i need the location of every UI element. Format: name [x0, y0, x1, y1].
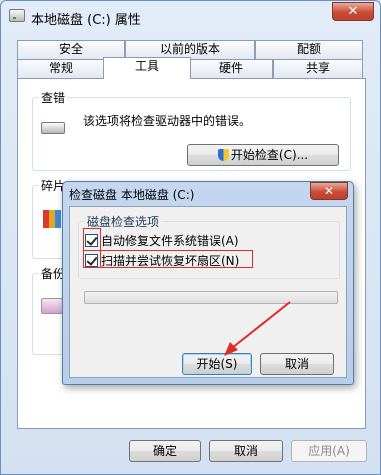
tab-tools[interactable]: 工具 — [103, 57, 191, 79]
option-auto-fix[interactable]: 自动修复文件系统错误(A) — [85, 232, 239, 249]
check-now-label: 开始检查(C)... — [230, 148, 309, 162]
error-check-group: 查错 该选项将检查驱动器中的错误。 开始检查(C)... — [32, 89, 351, 171]
error-check-label: 查错 — [39, 89, 68, 106]
backup-icon — [41, 298, 63, 314]
defrag-icon — [43, 210, 61, 228]
check-now-button[interactable]: 开始检查(C)... — [187, 144, 339, 166]
disk-check-options-group: 磁盘检查选项 自动修复文件系统错误(A) 扫描并尝试恢复坏扇区(N) — [78, 213, 340, 279]
tab-sharing[interactable]: 共享 — [273, 59, 363, 78]
tab-quota[interactable]: 配额 — [255, 40, 363, 59]
error-check-description: 该选项将检查驱动器中的错误。 — [83, 114, 252, 128]
auto-fix-label: 自动修复文件系统错误(A) — [101, 234, 239, 248]
cancel-button[interactable]: 取消 — [209, 440, 283, 462]
dialog-title: 检查磁盘 本地磁盘 (C:) — [69, 188, 195, 202]
dialog-close-button[interactable]: ✕ — [310, 182, 348, 200]
tab-hardware[interactable]: 硬件 — [189, 59, 273, 78]
apply-button[interactable]: 应用(A) — [291, 440, 367, 462]
drive-icon — [9, 9, 25, 22]
dialog-body: 磁盘检查选项 自动修复文件系统错误(A) 扫描并尝试恢复坏扇区(N) 开始(S)… — [69, 206, 347, 378]
ok-button[interactable]: 确定 — [129, 440, 201, 462]
title-bar[interactable]: 本地磁盘 (C:) 属性 ✕ — [1, 1, 380, 31]
start-button[interactable]: 开始(S) — [182, 353, 252, 375]
check-progress-bar — [84, 291, 338, 304]
check-disk-dialog: 检查磁盘 本地磁盘 (C:) ✕ 磁盘检查选项 自动修复文件系统错误(A) 扫描… — [62, 181, 354, 385]
option-highlight-box — [83, 250, 253, 268]
uac-shield-icon — [217, 149, 229, 161]
dialog-cancel-button[interactable]: 取消 — [260, 353, 334, 375]
close-button[interactable]: ✕ — [332, 2, 374, 21]
window-title: 本地磁盘 (C:) 属性 — [31, 13, 141, 28]
hard-drive-icon — [41, 122, 65, 134]
tab-general[interactable]: 常规 — [17, 59, 105, 78]
